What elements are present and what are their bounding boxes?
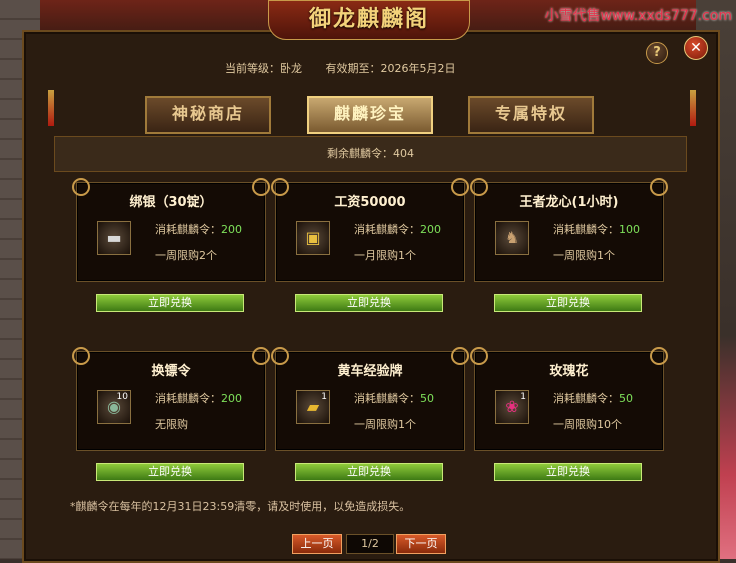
- item-card: 换镖令 ◉ 10 消耗麒麟令：200 无限购: [72, 347, 270, 451]
- yellow-cart-icon[interactable]: ▰ 1: [296, 390, 330, 424]
- window-title: 御龙麒麟阁: [268, 0, 470, 40]
- item-limit: 一月限购1个: [354, 249, 416, 262]
- tab-mystery-shop[interactable]: 神秘商店: [145, 96, 271, 134]
- reset-note: *麒麟令在每年的12月31日23:59清零，请及时使用，以免造成损失。: [70, 500, 411, 513]
- close-button[interactable]: ✕: [684, 36, 708, 60]
- redeem-button[interactable]: 立即兑换: [96, 294, 244, 312]
- escort-token-icon[interactable]: ◉ 10: [97, 390, 131, 424]
- item-limit: 无限购: [155, 418, 188, 431]
- item-cost: 消耗麒麟令：200: [354, 223, 441, 236]
- item-card: 工资50000 ▣ 消耗麒麟令：200 一月限购1个: [271, 178, 469, 282]
- item-name: 换镖令: [151, 364, 191, 379]
- item-card: 玫瑰花 ❀ 1 消耗麒麟令：50 一周限购10个: [470, 347, 668, 451]
- tab-exclusive-privilege[interactable]: 专属特权: [468, 96, 594, 134]
- watermark: 小雪代售www.xxds777.com: [544, 8, 732, 24]
- item-cost: 消耗麒麟令：200: [155, 223, 242, 236]
- help-button[interactable]: ?: [646, 42, 668, 64]
- item-name: 绑银（30锭）: [129, 195, 213, 210]
- item-limit: 一周限购2个: [155, 249, 217, 262]
- tab-qilin-treasure[interactable]: 麒麟珍宝: [307, 96, 433, 134]
- dragon-heart-icon[interactable]: ♞: [495, 221, 529, 255]
- remaining-tokens: 剩余麒麟令：404: [54, 136, 687, 172]
- item-cost: 消耗麒麟令：200: [155, 392, 242, 405]
- expiry-date: 有效期至：2026年5月2日: [325, 62, 456, 75]
- item-cost: 消耗麒麟令：50: [553, 392, 633, 405]
- redeem-button[interactable]: 立即兑换: [494, 294, 642, 312]
- redeem-button[interactable]: 立即兑换: [295, 463, 443, 481]
- redeem-button[interactable]: 立即兑换: [96, 463, 244, 481]
- item-limit: 一周限购10个: [553, 418, 622, 431]
- current-level: 当前等级：卧龙: [225, 62, 302, 75]
- item-limit: 一周限购1个: [354, 418, 416, 431]
- item-name: 黄车经验牌: [337, 364, 403, 379]
- next-page-button[interactable]: 下一页: [396, 534, 446, 554]
- info-row: 当前等级：卧龙 有效期至：2026年5月2日: [225, 60, 525, 76]
- tassel-left: [48, 90, 54, 126]
- silver-ingot-icon[interactable]: ▬: [97, 221, 131, 255]
- item-limit: 一周限购1个: [553, 249, 615, 262]
- item-cost: 消耗麒麟令：100: [553, 223, 640, 236]
- tassel-right: [690, 90, 696, 126]
- page-indicator: 1/2: [346, 534, 394, 554]
- redeem-button[interactable]: 立即兑换: [295, 294, 443, 312]
- item-name: 玫瑰花: [549, 364, 589, 379]
- item-cost: 消耗麒麟令：50: [354, 392, 434, 405]
- item-card: 黄车经验牌 ▰ 1 消耗麒麟令：50 一周限购1个: [271, 347, 469, 451]
- item-name: 王者龙心(1小时): [519, 195, 619, 210]
- item-name: 工资50000: [334, 195, 406, 210]
- item-card: 王者龙心(1小时) ♞ 消耗麒麟令：100 一周限购1个: [470, 178, 668, 282]
- rose-icon[interactable]: ❀ 1: [495, 390, 529, 424]
- redeem-button[interactable]: 立即兑换: [494, 463, 642, 481]
- salary-box-icon[interactable]: ▣: [296, 221, 330, 255]
- item-card: 绑银（30锭） ▬ 消耗麒麟令：200 一周限购2个: [72, 178, 270, 282]
- prev-page-button[interactable]: 上一页: [292, 534, 342, 554]
